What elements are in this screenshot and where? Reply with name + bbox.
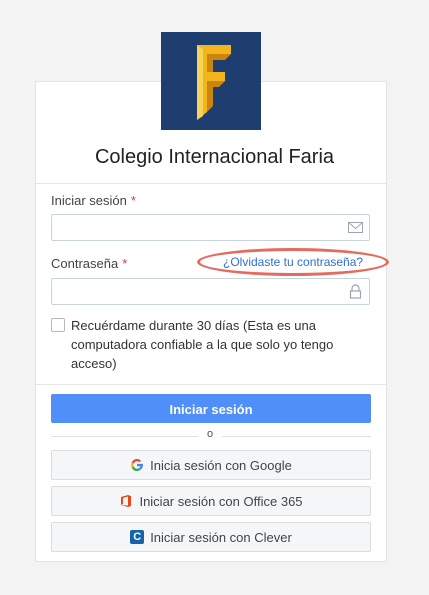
required-mark: * xyxy=(130,193,136,208)
username-label: Iniciar sesión * xyxy=(51,193,136,208)
username-label-text: Iniciar sesión xyxy=(51,193,127,208)
google-login-label: Inicia sesión con Google xyxy=(150,457,292,473)
or-separator: o xyxy=(198,428,222,440)
office365-login-label: Iniciar sesión con Office 365 xyxy=(139,493,303,509)
password-label-text: Contraseña xyxy=(51,256,119,271)
google-icon xyxy=(131,459,144,471)
clever-login-label: Iniciar sesión con Clever xyxy=(150,529,292,545)
remember-me-checkbox[interactable] xyxy=(51,318,65,332)
clever-login-button[interactable]: C Iniciar sesión con Clever xyxy=(51,522,371,552)
clever-icon: C xyxy=(130,530,145,544)
divider xyxy=(36,384,386,385)
office365-login-button[interactable]: Iniciar sesión con Office 365 xyxy=(51,486,371,516)
envelope-icon xyxy=(348,222,363,233)
lock-icon xyxy=(349,284,362,299)
google-login-button[interactable]: Inicia sesión con Google xyxy=(51,450,371,480)
school-logo xyxy=(161,32,261,130)
required-mark: * xyxy=(122,256,128,271)
divider xyxy=(36,183,386,184)
username-input[interactable] xyxy=(51,214,370,241)
logo-f-icon xyxy=(161,32,261,130)
highlight-ellipse xyxy=(197,248,389,276)
page-title: Colegio Internacional Faria xyxy=(94,146,335,168)
office-365-icon xyxy=(121,495,132,507)
password-input[interactable] xyxy=(51,278,370,305)
remember-me-label[interactable]: Recuérdame durante 30 días (Esta es una … xyxy=(71,316,371,373)
login-button[interactable]: Iniciar sesión xyxy=(51,394,371,423)
password-label: Contraseña * xyxy=(51,256,127,271)
